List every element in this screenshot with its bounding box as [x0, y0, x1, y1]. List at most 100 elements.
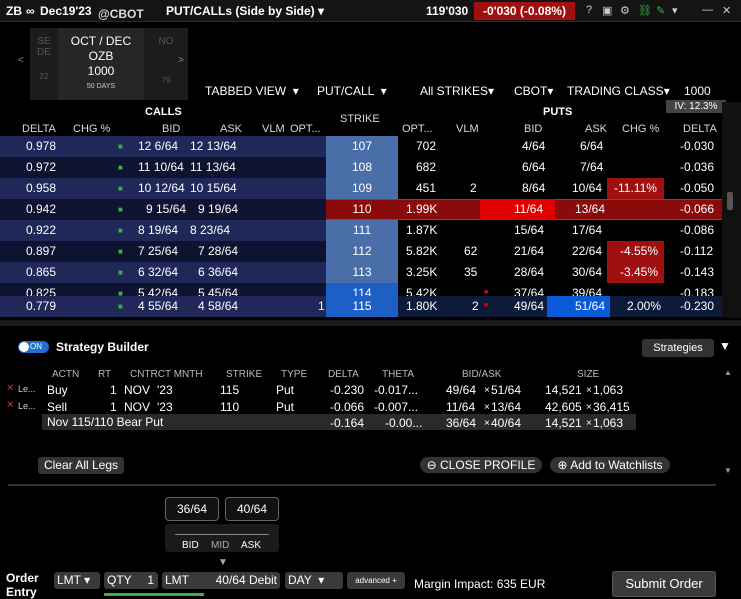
- put-bid[interactable]: 8/64: [522, 181, 545, 195]
- trading-class-dropdown[interactable]: TRADING CLASS▾: [567, 84, 670, 98]
- call-bid[interactable]: 10 12/64: [138, 181, 185, 195]
- call-ask[interactable]: 9 19/64: [198, 202, 238, 216]
- minimize-icon[interactable]: —: [702, 4, 713, 16]
- put-ask[interactable]: 30/64: [572, 265, 602, 279]
- leg-month[interactable]: NOV: [124, 400, 150, 414]
- put-ask-header[interactable]: ASK: [585, 123, 607, 135]
- close-profile-button[interactable]: ⊖ CLOSE PROFILE: [420, 457, 542, 473]
- leg-type[interactable]: Put: [276, 400, 294, 414]
- put-bid[interactable]: 4/64: [522, 139, 545, 153]
- expiry-tab-prev[interactable]: SE DE 22: [30, 28, 58, 100]
- put-opt-header[interactable]: OPT...: [402, 123, 433, 135]
- leg-action[interactable]: Sell: [47, 400, 67, 414]
- leg-month[interactable]: NOV: [124, 383, 150, 397]
- symbol-label[interactable]: ZB: [6, 4, 22, 18]
- view-selector[interactable]: PUT/CALLs (Side by Side) ▾: [166, 4, 324, 18]
- scroll-right-icon[interactable]: >: [178, 55, 184, 66]
- advanced-button[interactable]: advanced +: [347, 572, 405, 589]
- pin-icon[interactable]: ✎: [656, 4, 665, 17]
- contract-label[interactable]: Dec19'23: [40, 4, 92, 18]
- clear-all-legs-button[interactable]: Clear All Legs: [38, 457, 124, 474]
- call-ask-header[interactable]: ASK: [220, 123, 242, 135]
- leg-strike[interactable]: 115: [220, 383, 239, 397]
- scrollbar-thumb[interactable]: [727, 192, 733, 210]
- expiry-tab-active[interactable]: OCT / DEC OZB 1000 50 DAYS: [58, 28, 144, 100]
- put-ask[interactable]: 7/64: [580, 160, 603, 174]
- put-vlm-header[interactable]: VLM: [456, 123, 479, 135]
- limit-price-field[interactable]: LMT 40/64 Debit: [162, 572, 280, 589]
- call-ask[interactable]: 4 58/64: [198, 299, 238, 313]
- put-bid-header[interactable]: BID: [524, 123, 542, 135]
- remove-leg-icon[interactable]: ✕: [6, 383, 14, 394]
- put-ask[interactable]: 13/64: [575, 202, 605, 216]
- call-bid[interactable]: 8 19/64: [138, 223, 178, 237]
- strike-cell[interactable]: 112: [326, 241, 398, 262]
- call-ask[interactable]: 12 13/64: [190, 139, 237, 153]
- call-delta-header[interactable]: DELTA: [22, 123, 56, 135]
- add-to-watchlists-button[interactable]: ⊕ Add to Watchlists: [550, 457, 670, 473]
- call-bid[interactable]: 4 55/64: [138, 299, 178, 313]
- link-icon[interactable]: ∞: [26, 4, 35, 18]
- leg-ratio[interactable]: 1: [110, 400, 117, 414]
- call-chg-header[interactable]: CHG %: [73, 123, 110, 135]
- call-ask[interactable]: 7 28/64: [198, 244, 238, 258]
- strike-cell[interactable]: 108: [326, 157, 398, 178]
- submit-order-button[interactable]: Submit Order: [612, 571, 716, 597]
- chain-link-icon[interactable]: ⛓: [638, 4, 652, 17]
- put-bid[interactable]: 49/64: [514, 299, 544, 313]
- call-bid-header[interactable]: BID: [162, 123, 180, 135]
- price-slider[interactable]: BID MID ASK: [165, 524, 279, 552]
- put-bid[interactable]: 11/64: [514, 202, 543, 216]
- put-ask[interactable]: 22/64: [572, 244, 602, 258]
- strikes-dropdown[interactable]: All STRIKES▾: [420, 84, 494, 98]
- chain-row[interactable]: 0.865 ■ 6 32/64 6 36/64 113 3.25K 35 28/…: [0, 262, 722, 283]
- chain-row[interactable]: 0.972 ■ 11 10/64 11 13/64 108 682 6/64 7…: [0, 157, 722, 178]
- strike-cell[interactable]: 109: [326, 178, 398, 199]
- put-delta-header[interactable]: DELTA: [683, 123, 717, 135]
- chain-row[interactable]: 0.922 ■ 8 19/64 8 23/64 111 1.87K 15/64 …: [0, 220, 722, 241]
- leg-strike[interactable]: 110: [220, 400, 239, 414]
- put-ask[interactable]: 51/64: [575, 299, 605, 313]
- strike-cell[interactable]: 111: [326, 220, 398, 241]
- call-ask[interactable]: 8 23/64: [190, 223, 230, 237]
- put-bid[interactable]: 28/64: [514, 265, 544, 279]
- bid-price-box[interactable]: 36/64: [165, 497, 219, 521]
- put-ask[interactable]: 10/64: [572, 181, 602, 195]
- put-ask[interactable]: 6/64: [580, 139, 603, 153]
- scroll-left-icon[interactable]: <: [18, 55, 24, 66]
- scroll-up-icon[interactable]: ▲: [724, 368, 732, 377]
- leg-type[interactable]: Put: [276, 383, 294, 397]
- call-opt-header[interactable]: OPT...: [290, 123, 321, 135]
- strategies-button[interactable]: Strategies: [642, 339, 714, 357]
- call-vlm-header[interactable]: VLM: [262, 123, 285, 135]
- scroll-down-icon[interactable]: ▼: [724, 466, 732, 475]
- strike-cell[interactable]: 110: [326, 199, 398, 220]
- call-ask[interactable]: 11 13/64: [190, 160, 236, 174]
- call-ask[interactable]: 10 15/64: [190, 181, 237, 195]
- tabbed-view-dropdown[interactable]: TABBED VIEW ▾: [205, 84, 299, 98]
- chain-row[interactable]: 0.978 ■ 12 6/64 12 13/64 107 702 4/64 6/…: [0, 136, 722, 157]
- put-bid[interactable]: 6/64: [522, 160, 545, 174]
- exchange-dropdown[interactable]: CBOT▾: [514, 84, 553, 98]
- leg-action[interactable]: Buy: [47, 383, 68, 397]
- help-icon[interactable]: ?: [586, 4, 592, 16]
- collapse-chevron-icon[interactable]: ▼: [719, 339, 731, 353]
- chain-scrollbar[interactable]: [722, 102, 741, 318]
- tif-dropdown[interactable]: DAY ▾: [285, 572, 343, 589]
- ask-price-box[interactable]: 40/64: [225, 497, 279, 521]
- leg-ratio[interactable]: 1: [110, 383, 117, 397]
- chain-row[interactable]: 0.897 ■ 7 25/64 7 28/64 112 5.82K 62 21/…: [0, 241, 722, 262]
- strike-cell[interactable]: 115: [326, 296, 398, 317]
- quantity-field[interactable]: QTY 1: [104, 572, 158, 589]
- strike-cell[interactable]: 113: [326, 262, 398, 283]
- put-ask[interactable]: 17/64: [572, 223, 602, 237]
- remove-leg-icon[interactable]: ✕: [6, 400, 14, 411]
- put-chg-header[interactable]: CHG %: [622, 123, 659, 135]
- call-ask[interactable]: 6 36/64: [198, 265, 238, 279]
- chain-row-atm[interactable]: 0.942 ■ 9 15/64 9 19/64 110 1.99K 11/64 …: [0, 199, 722, 220]
- call-bid[interactable]: 11 10/64: [138, 160, 184, 174]
- put-call-dropdown[interactable]: PUT/CALL ▾: [317, 84, 387, 98]
- call-bid[interactable]: 9 15/64: [146, 202, 186, 216]
- close-icon[interactable]: ✕: [722, 4, 731, 17]
- menu-chevron-icon[interactable]: ▾: [672, 4, 678, 17]
